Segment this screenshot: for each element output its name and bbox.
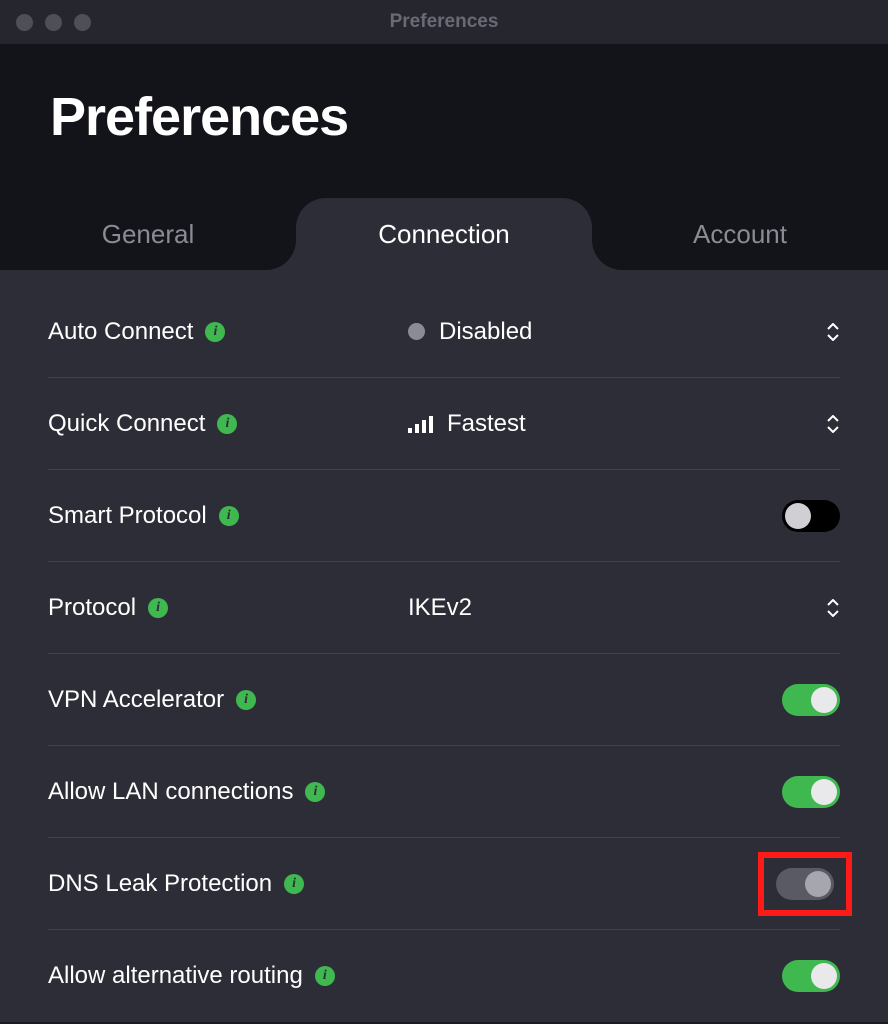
info-icon[interactable]: i xyxy=(148,598,168,618)
info-icon[interactable]: i xyxy=(236,690,256,710)
window-title: Preferences xyxy=(390,11,499,33)
tabs-container: General Connection Account xyxy=(0,198,888,270)
auto-connect-value: Disabled xyxy=(439,318,532,346)
quick-connect-value: Fastest xyxy=(447,410,526,438)
toggle-knob xyxy=(785,503,811,529)
dns-leak-toggle[interactable] xyxy=(776,868,834,900)
zoom-window-button[interactable] xyxy=(74,14,91,31)
alt-routing-label: Allow alternative routing xyxy=(48,962,303,990)
info-icon[interactable]: i xyxy=(219,506,239,526)
chevron-up-down-icon[interactable] xyxy=(826,320,840,344)
highlight-annotation xyxy=(758,852,852,916)
toggle-knob xyxy=(811,779,837,805)
row-vpn-accelerator: VPN Accelerator i xyxy=(48,654,840,746)
info-icon[interactable]: i xyxy=(305,782,325,802)
info-icon[interactable]: i xyxy=(315,966,335,986)
vpn-accelerator-label: VPN Accelerator xyxy=(48,686,224,714)
tab-connection[interactable]: Connection xyxy=(296,198,592,270)
toggle-knob xyxy=(811,963,837,989)
smart-protocol-label: Smart Protocol xyxy=(48,502,207,530)
vpn-accelerator-toggle[interactable] xyxy=(782,684,840,716)
info-icon[interactable]: i xyxy=(284,874,304,894)
protocol-select[interactable]: IKEv2 xyxy=(408,594,826,622)
dns-leak-label: DNS Leak Protection xyxy=(48,870,272,898)
tab-account-label: Account xyxy=(693,219,787,250)
auto-connect-select[interactable]: Disabled xyxy=(408,318,826,346)
info-icon[interactable]: i xyxy=(205,322,225,342)
tab-general-label: General xyxy=(102,219,195,250)
page-title: Preferences xyxy=(50,86,838,148)
window-controls xyxy=(16,14,91,31)
chevron-up-down-icon[interactable] xyxy=(826,412,840,436)
row-dns-leak-protection: DNS Leak Protection i xyxy=(48,838,840,930)
toggle-knob xyxy=(805,871,831,897)
row-auto-connect: Auto Connect i Disabled xyxy=(48,286,840,378)
tab-connection-label: Connection xyxy=(378,219,510,250)
header: Preferences xyxy=(0,44,888,198)
quick-connect-label: Quick Connect xyxy=(48,410,205,438)
row-allow-lan: Allow LAN connections i xyxy=(48,746,840,838)
alt-routing-toggle[interactable] xyxy=(782,960,840,992)
minimize-window-button[interactable] xyxy=(45,14,62,31)
quick-connect-select[interactable]: Fastest xyxy=(408,410,826,438)
status-dot-icon xyxy=(408,323,425,340)
protocol-value: IKEv2 xyxy=(408,594,472,622)
row-protocol: Protocol i IKEv2 xyxy=(48,562,840,654)
tab-general[interactable]: General xyxy=(0,198,296,270)
row-alt-routing: Allow alternative routing i xyxy=(48,930,840,1022)
allow-lan-toggle[interactable] xyxy=(782,776,840,808)
row-smart-protocol: Smart Protocol i xyxy=(48,470,840,562)
row-quick-connect: Quick Connect i Fastest xyxy=(48,378,840,470)
titlebar: Preferences xyxy=(0,0,888,44)
auto-connect-label: Auto Connect xyxy=(48,318,193,346)
protocol-label: Protocol xyxy=(48,594,136,622)
tab-account[interactable]: Account xyxy=(592,198,888,270)
allow-lan-label: Allow LAN connections xyxy=(48,778,293,806)
toggle-knob xyxy=(811,687,837,713)
chevron-up-down-icon[interactable] xyxy=(826,596,840,620)
info-icon[interactable]: i xyxy=(217,414,237,434)
signal-icon xyxy=(408,415,433,433)
smart-protocol-toggle[interactable] xyxy=(782,500,840,532)
close-window-button[interactable] xyxy=(16,14,33,31)
settings-panel: Auto Connect i Disabled Quick Connect i … xyxy=(0,270,888,1022)
